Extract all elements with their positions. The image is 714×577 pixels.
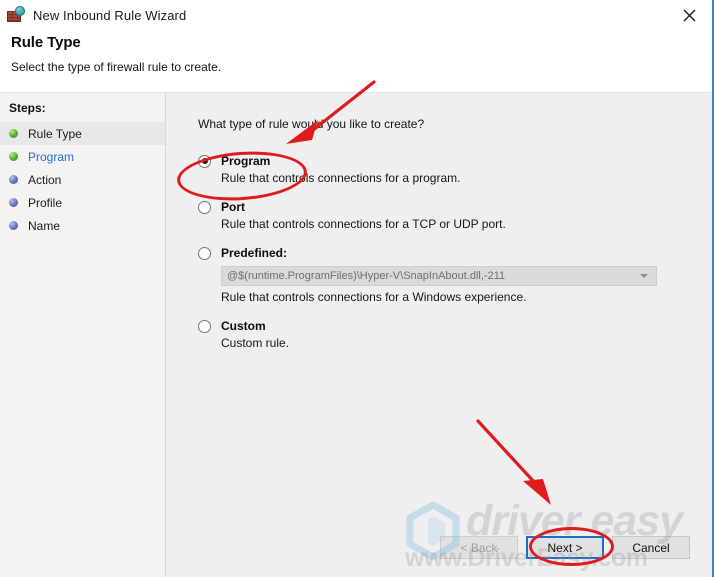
back-button[interactable]: < Back xyxy=(440,536,518,559)
radio-custom[interactable] xyxy=(198,319,211,333)
button-bar: < Back Next > Cancel xyxy=(166,518,712,577)
step-bullet-icon xyxy=(9,221,18,230)
page-title: Rule Type xyxy=(11,34,81,51)
prompt-text: What type of rule would you like to crea… xyxy=(198,117,425,131)
sidebar-item-name[interactable]: Name xyxy=(0,214,165,237)
option-predefined[interactable]: Predefined: @$(runtime.ProgramFiles)\Hyp… xyxy=(198,246,686,304)
sidebar-item-action[interactable]: Action xyxy=(0,168,165,191)
sidebar-item-label: Action xyxy=(28,172,62,187)
option-program[interactable]: Program Rule that controls connections f… xyxy=(198,154,686,185)
sidebar-item-profile[interactable]: Profile xyxy=(0,191,165,214)
content-panel: What type of rule would you like to crea… xyxy=(166,93,712,577)
sidebar-item-label: Name xyxy=(28,218,61,233)
page-subtitle: Select the type of firewall rule to crea… xyxy=(11,60,222,74)
sidebar-item-label: Rule Type xyxy=(28,126,82,141)
option-title: Program xyxy=(221,154,271,168)
option-description: Rule that controls connections for a pro… xyxy=(221,171,461,185)
sidebar-item-program[interactable]: Program xyxy=(0,145,165,168)
chevron-down-icon xyxy=(640,274,648,278)
option-description: Rule that controls connections for a TCP… xyxy=(221,217,506,231)
wizard-body: Steps: Rule Type Program Action Profile … xyxy=(0,92,712,577)
title-bar: New Inbound Rule Wizard xyxy=(0,0,712,30)
window-title: New Inbound Rule Wizard xyxy=(33,7,187,23)
sidebar-item-label: Program xyxy=(28,149,75,164)
step-bullet-icon xyxy=(9,152,18,161)
option-description: Rule that controls connections for a Win… xyxy=(221,290,527,304)
option-title: Predefined: xyxy=(221,246,288,260)
next-button[interactable]: Next > xyxy=(526,536,604,559)
steps-sidebar: Steps: Rule Type Program Action Profile … xyxy=(0,93,166,577)
sidebar-item-label: Profile xyxy=(28,195,63,210)
sidebar-item-rule-type[interactable]: Rule Type xyxy=(0,122,165,145)
page-header: Rule Type Select the type of firewall ru… xyxy=(0,30,712,84)
firewall-globe-icon xyxy=(7,6,25,24)
step-bullet-icon xyxy=(9,129,18,138)
steps-label: Steps: xyxy=(9,101,46,115)
option-custom[interactable]: Custom Custom rule. xyxy=(198,319,686,350)
wizard-window: New Inbound Rule Wizard Rule Type Select… xyxy=(0,0,714,577)
option-title: Port xyxy=(221,200,245,214)
predefined-dropdown-value: @$(runtime.ProgramFiles)\Hyper-V\SnapInA… xyxy=(227,270,506,282)
step-bullet-icon xyxy=(9,175,18,184)
cancel-button[interactable]: Cancel xyxy=(612,536,690,559)
radio-port[interactable] xyxy=(198,200,211,214)
option-port[interactable]: Port Rule that controls connections for … xyxy=(198,200,686,231)
option-title: Custom xyxy=(221,319,266,333)
close-icon[interactable] xyxy=(666,0,712,30)
predefined-dropdown[interactable]: @$(runtime.ProgramFiles)\Hyper-V\SnapInA… xyxy=(221,266,657,286)
radio-program[interactable] xyxy=(198,154,211,168)
radio-predefined[interactable] xyxy=(198,246,211,260)
step-bullet-icon xyxy=(9,198,18,207)
option-description: Custom rule. xyxy=(221,336,290,350)
